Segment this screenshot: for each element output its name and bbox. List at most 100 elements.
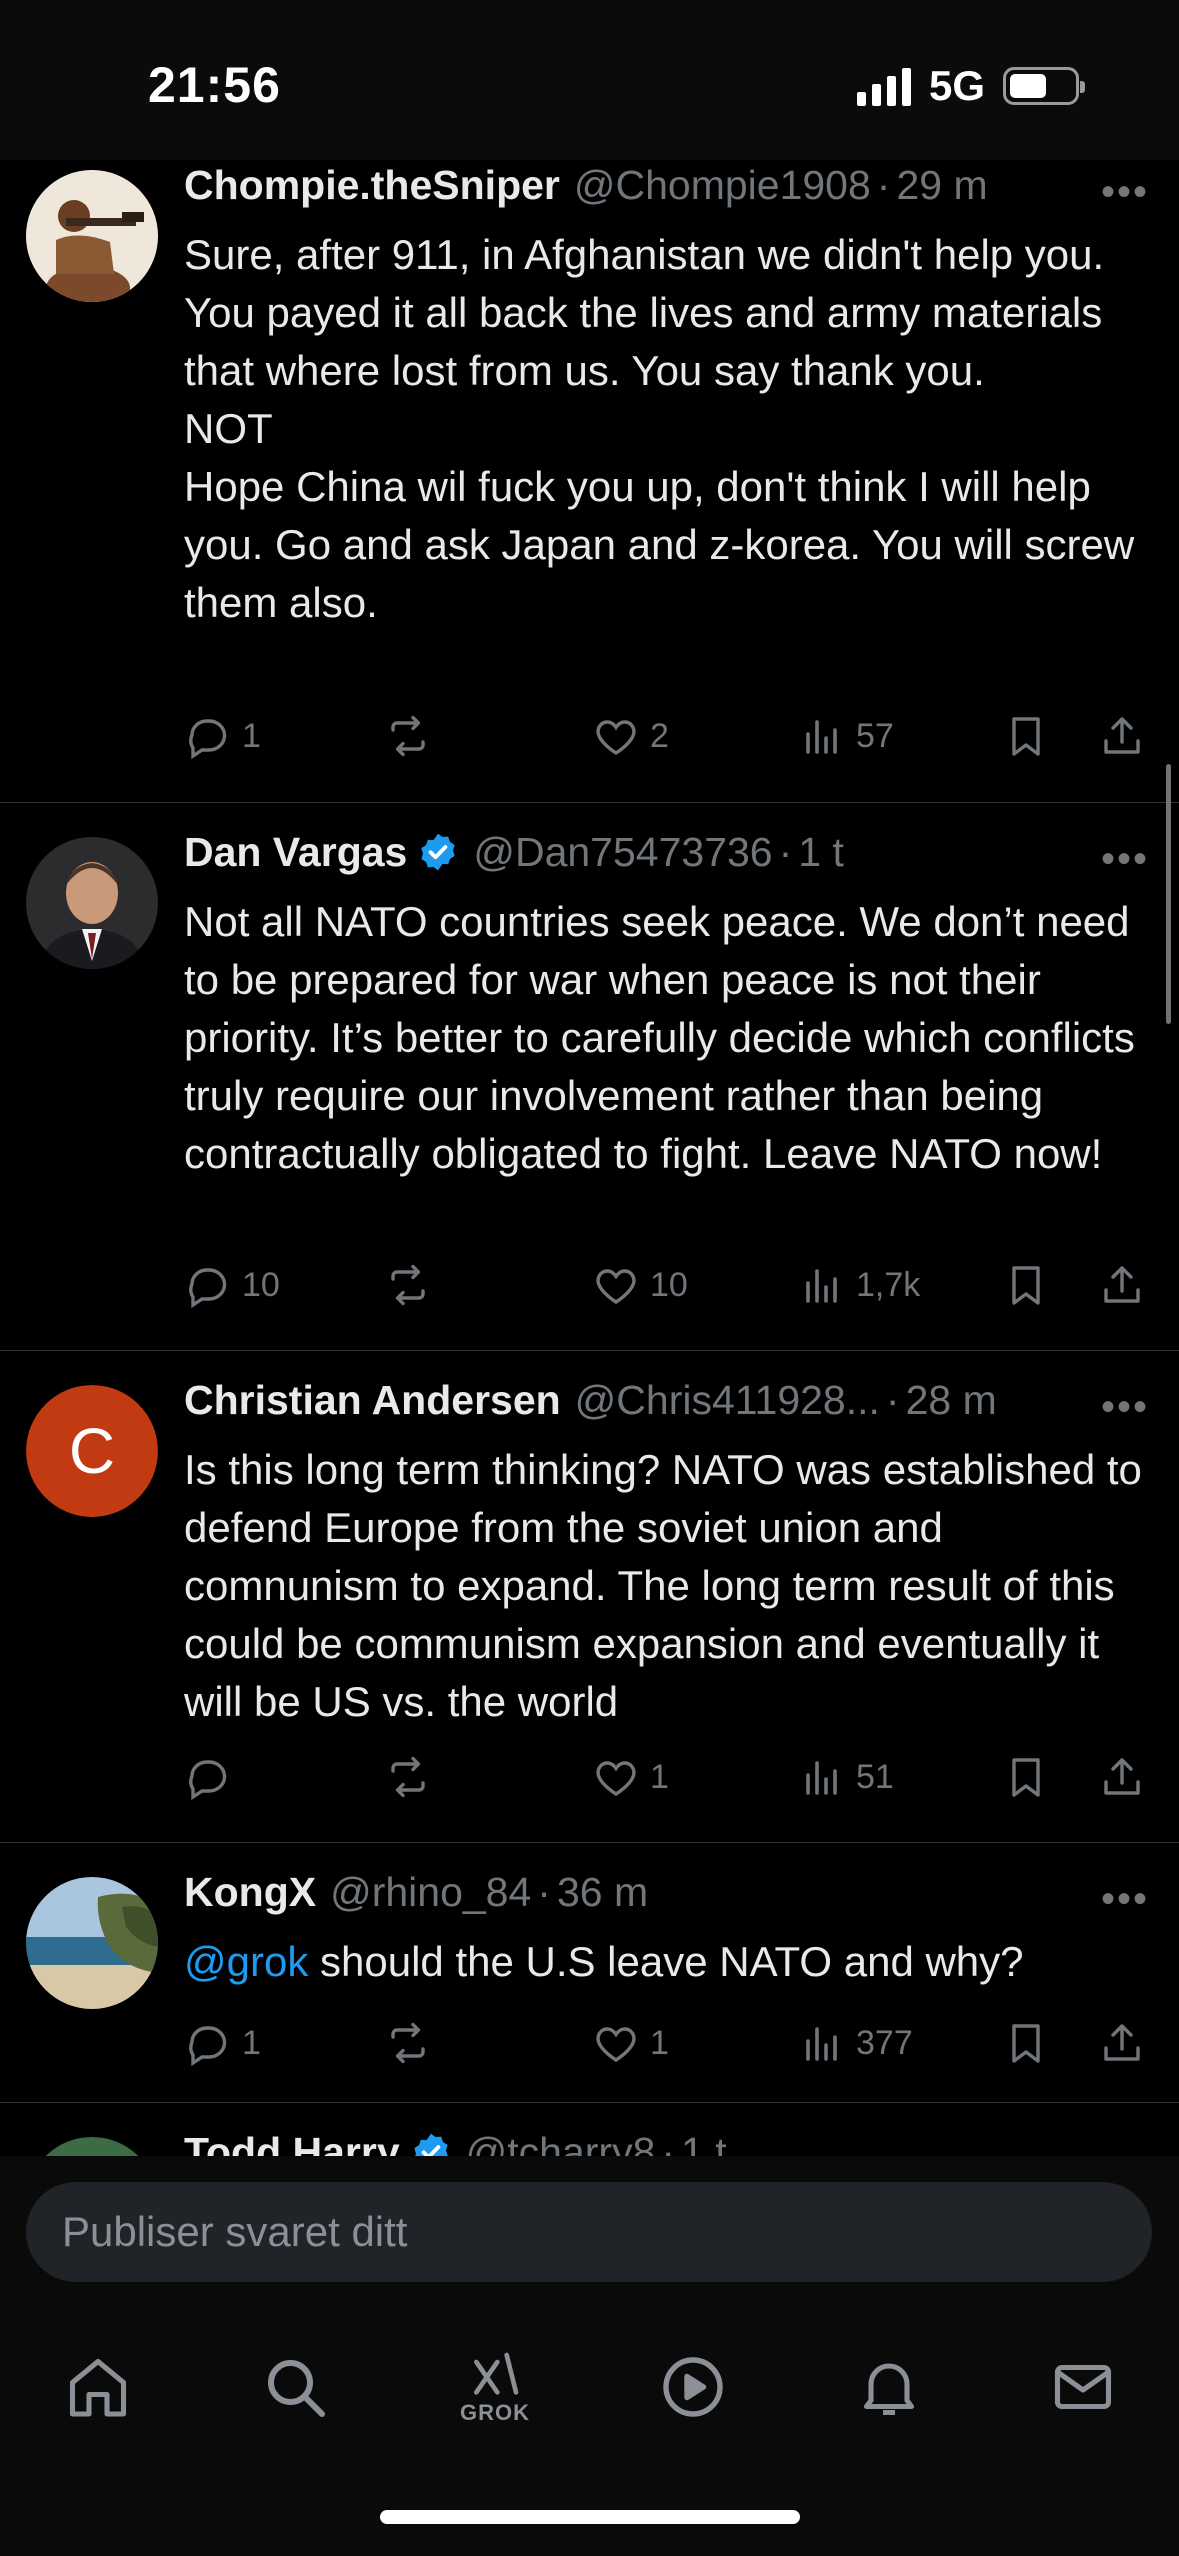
reply-button[interactable] xyxy=(184,1753,242,1801)
heart-icon xyxy=(596,1761,636,1796)
share-icon xyxy=(1104,1266,1140,1303)
home-indicator[interactable] xyxy=(380,2510,800,2524)
reply-post[interactable]: Chompie.theSniper @Chompie1908 · 29 m ••… xyxy=(0,160,1179,803)
avatar-image xyxy=(26,170,158,302)
screen: 21:56 5G Chompie.theSniper @Chompie1908 … xyxy=(0,0,1179,2556)
reply-button[interactable]: 10 xyxy=(184,1261,280,1309)
tab-grok[interactable]: GROK xyxy=(440,2332,550,2442)
post-time[interactable]: 28 m xyxy=(906,1375,997,1425)
post-header: Todd Harry @tcharry8 · 1 t xyxy=(184,2127,1159,2156)
views-button[interactable]: 57 xyxy=(798,712,894,760)
views-button[interactable]: 377 xyxy=(798,2019,913,2067)
repost-icon xyxy=(391,1264,425,1306)
reply-button[interactable]: 1 xyxy=(184,2019,261,2067)
author-handle[interactable]: @Chompie1908 xyxy=(574,160,871,210)
tab-video[interactable] xyxy=(638,2332,748,2442)
bookmark-button[interactable] xyxy=(1002,1261,1050,1309)
more-options-icon[interactable]: ••• xyxy=(1101,172,1149,212)
avatar[interactable] xyxy=(26,2137,158,2156)
repost-button[interactable] xyxy=(384,1753,442,1801)
avatar-image xyxy=(26,2137,158,2156)
more-options-icon[interactable]: ••• xyxy=(1101,1387,1149,1427)
battery-icon xyxy=(1003,67,1085,105)
like-button[interactable]: 2 xyxy=(592,712,669,760)
bell-icon xyxy=(863,2363,915,2416)
post-header: Dan Vargas @Dan75473736 · 1 t xyxy=(184,827,1159,877)
envelope-icon xyxy=(1054,2364,1112,2410)
scrollbar[interactable] xyxy=(1166,764,1171,1024)
bookmark-button[interactable] xyxy=(1002,2019,1050,2067)
separator-dot: · xyxy=(661,2129,676,2156)
avatar[interactable] xyxy=(26,1877,158,2009)
view-count: 57 xyxy=(856,716,894,755)
post-time[interactable]: 1 t xyxy=(681,2127,727,2156)
reply-post[interactable]: Dan Vargas @Dan75473736 · 1 t ••• Not al… xyxy=(0,803,1179,1351)
search-icon xyxy=(268,2360,325,2417)
author-handle[interactable]: @rhino_84 xyxy=(330,1867,531,1917)
author-name[interactable]: Christian Andersen xyxy=(184,1375,561,1425)
author-handle[interactable]: @tcharry8 xyxy=(466,2127,656,2156)
separator-dot: · xyxy=(885,1377,900,1423)
post-header: Chompie.theSniper @Chompie1908 · 29 m xyxy=(184,160,1159,210)
reply-post[interactable]: KongX @rhino_84 · 36 m ••• @grok should … xyxy=(0,1843,1179,2103)
post-time[interactable]: 29 m xyxy=(896,160,987,210)
reply-feed[interactable]: Chompie.theSniper @Chompie1908 · 29 m ••… xyxy=(0,160,1179,2156)
views-button[interactable]: 1,7k xyxy=(798,1261,920,1309)
mention-link[interactable]: @grok xyxy=(184,1938,308,1985)
author-handle[interactable]: @Chris411928... xyxy=(575,1375,880,1425)
reply-count: 1 xyxy=(242,2023,261,2062)
bookmark-icon xyxy=(1012,1758,1040,1797)
reply-button[interactable]: 1 xyxy=(184,712,261,760)
avatar[interactable]: C xyxy=(26,1385,158,1517)
bookmark-button[interactable] xyxy=(1002,1753,1050,1801)
author-name[interactable]: Todd Harry xyxy=(184,2127,400,2156)
share-button[interactable] xyxy=(1098,712,1146,760)
share-icon xyxy=(1104,1758,1140,1795)
heart-icon xyxy=(596,720,636,755)
status-time: 21:56 xyxy=(148,57,281,113)
more-options-icon[interactable]: ••• xyxy=(1101,839,1149,879)
reply-count: 1 xyxy=(242,716,261,755)
views-button[interactable]: 51 xyxy=(798,1753,894,1801)
tab-home[interactable] xyxy=(43,2332,153,2442)
like-button[interactable]: 1 xyxy=(592,2019,669,2067)
tab-search[interactable] xyxy=(240,2332,350,2442)
reply-post[interactable]: C Christian Andersen @Chris411928... · 2… xyxy=(0,1351,1179,1843)
tab-messages[interactable] xyxy=(1028,2332,1138,2442)
author-name[interactable]: KongX xyxy=(184,1867,316,1917)
post-time[interactable]: 36 m xyxy=(557,1867,648,1917)
share-button[interactable] xyxy=(1098,1261,1146,1309)
more-options-icon[interactable]: ••• xyxy=(1101,1879,1149,1919)
verified-badge-icon xyxy=(414,2133,448,2156)
reply-post[interactable]: Todd Harry @tcharry8 · 1 t xyxy=(0,2103,1179,2156)
post-actions: 1 1 377 xyxy=(184,2019,1164,2075)
views-icon xyxy=(806,1269,837,1303)
repost-icon xyxy=(391,2022,425,2064)
post-time[interactable]: 1 t xyxy=(798,827,844,877)
repost-button[interactable] xyxy=(384,1261,442,1309)
post-header: KongX @rhino_84 · 36 m xyxy=(184,1867,1159,1917)
reply-input[interactable] xyxy=(26,2182,1152,2282)
like-button[interactable]: 10 xyxy=(592,1261,688,1309)
share-icon xyxy=(1104,717,1140,754)
avatar[interactable] xyxy=(26,837,158,969)
share-button[interactable] xyxy=(1098,2019,1146,2067)
share-button[interactable] xyxy=(1098,1753,1146,1801)
repost-button[interactable] xyxy=(384,712,442,760)
post-text: Sure, after 911, in Afghanistan we didn'… xyxy=(184,231,1135,626)
grok-icon xyxy=(474,2352,519,2395)
tab-notifications[interactable] xyxy=(834,2332,944,2442)
bookmark-button[interactable] xyxy=(1002,712,1050,760)
author-handle[interactable]: @Dan75473736 xyxy=(473,827,772,877)
post-header: Christian Andersen @Chris411928... · 28 … xyxy=(184,1375,1159,1425)
author-name[interactable]: Dan Vargas xyxy=(184,827,407,877)
repost-button[interactable] xyxy=(384,2019,442,2067)
author-name[interactable]: Chompie.theSniper xyxy=(184,160,560,210)
like-count: 1 xyxy=(650,2023,669,2062)
signal-icon xyxy=(856,66,911,106)
like-button[interactable]: 1 xyxy=(592,1753,669,1801)
post-actions: 1 2 57 xyxy=(184,712,1164,768)
avatar[interactable] xyxy=(26,170,158,302)
network-label: 5G xyxy=(928,62,985,109)
views-icon xyxy=(806,720,837,754)
